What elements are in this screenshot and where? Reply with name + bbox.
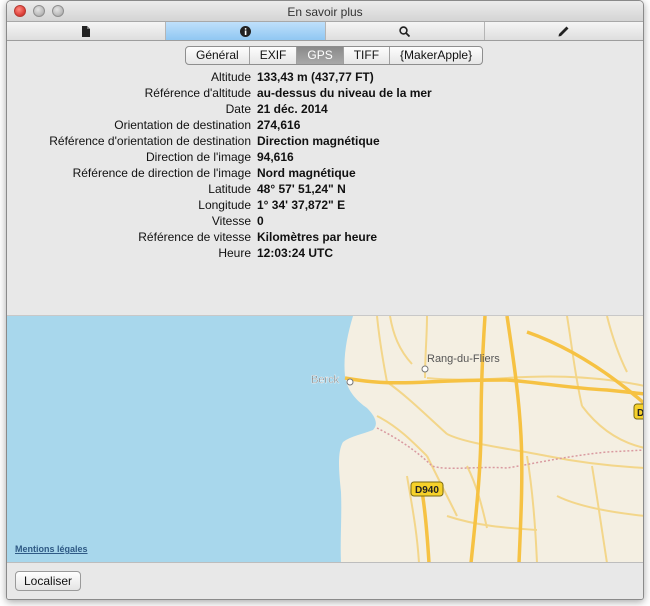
info-value: Direction magnétique [257, 134, 380, 148]
info-value: Nord magnétique [257, 166, 356, 180]
info-label: Date [225, 102, 251, 116]
tab-gps[interactable]: GPS [297, 47, 344, 64]
tab-tiff[interactable]: TIFF [344, 47, 391, 64]
minor-roads [376, 316, 643, 562]
info-label: Référence de direction de l'image [72, 166, 251, 180]
locate-button[interactable]: Localiser [15, 571, 82, 591]
info-row-latitude: Latitude 48° 57' 51,24" N [7, 181, 643, 197]
info-label: Latitude [208, 182, 251, 196]
info-value: 133,43 m (437,77 FT) [257, 70, 374, 84]
info-row-image-direction-ref: Référence de direction de l'image Nord ma… [7, 165, 643, 181]
map-canvas: Berck Rang-du-Fliers D940 D [7, 316, 644, 562]
info-value: 12:03:24 UTC [257, 246, 334, 260]
info-value: 21 déc. 2014 [257, 102, 328, 116]
info-label: Heure [218, 246, 251, 260]
info-label: Altitude [210, 70, 251, 84]
info-label: Référence d'altitude [144, 86, 251, 100]
info-label: Référence d'orientation de destination [49, 134, 251, 148]
info-row-dest-bearing-ref: Référence d'orientation de destination Di… [7, 133, 643, 149]
info-window: En savoir plus Général EXIF GPS TIFF {Ma… [6, 0, 644, 600]
info-value: 48° 57' 51,24" N [257, 182, 346, 196]
location-map[interactable]: Berck Rang-du-Fliers D940 D Mentions lég… [7, 315, 644, 562]
info-row-time: Heure 12:03:24 UTC [7, 245, 643, 261]
info-row-image-direction: Direction de l'image 94,616 [7, 149, 643, 165]
info-label: Longitude [198, 198, 251, 212]
info-value: 274,616 [257, 118, 301, 132]
info-icon [239, 25, 251, 37]
window-title: En savoir plus [287, 5, 363, 19]
metadata-tabs: Général EXIF GPS TIFF {MakerApple} [185, 46, 484, 65]
info-label: Orientation de destination [114, 118, 251, 132]
toolbar-general-button[interactable] [7, 22, 167, 40]
inspector-toolbar [7, 22, 643, 41]
info-value: 0 [257, 214, 264, 228]
document-icon [82, 25, 91, 37]
toolbar-info-button[interactable] [166, 22, 326, 40]
info-row-altitude-ref: Référence d'altitude au-dessus du niveau … [7, 85, 643, 101]
info-row-date: Date 21 déc. 2014 [7, 101, 643, 117]
berck-marker [346, 378, 354, 386]
info-label: Référence de vitesse [138, 230, 251, 244]
info-row-speed-ref: Référence de vitesse Kilomètres par heure [7, 229, 643, 245]
berck-label: Berck [311, 374, 340, 386]
tab-makerapple[interactable]: {MakerApple} [390, 47, 482, 64]
gps-info-table: Altitude 133,43 m (437,77 FT) Référence d… [7, 69, 643, 261]
rang-du-fliers-label: Rang-du-Fliers [427, 353, 500, 365]
legal-notice-link[interactable]: Mentions légales [15, 544, 88, 554]
boundary-line [376, 427, 643, 470]
toolbar-search-button[interactable] [326, 22, 485, 40]
d-edge-label: D [637, 408, 644, 419]
pencil-icon [558, 26, 569, 36]
tab-general[interactable]: Général [186, 47, 250, 64]
info-value: Kilomètres par heure [257, 230, 378, 244]
info-value: 94,616 [257, 150, 294, 164]
title-bar: En savoir plus [7, 1, 643, 22]
sea-area [7, 316, 376, 562]
info-label: Direction de l'image [145, 150, 251, 164]
bottom-bar: Localiser [7, 562, 643, 599]
d940-label: D940 [415, 485, 439, 496]
info-label: Vitesse [211, 214, 251, 228]
tab-exif[interactable]: EXIF [250, 47, 298, 64]
rang-du-fliers-marker [421, 365, 429, 373]
info-row-speed: Vitesse 0 [7, 213, 643, 229]
info-row-longitude: Longitude 1° 34' 37,872" E [7, 197, 643, 213]
info-value: 1° 34' 37,872" E [257, 198, 346, 212]
magnifier-icon [399, 25, 411, 37]
info-row-dest-bearing: Orientation de destination 274,616 [7, 117, 643, 133]
info-row-altitude: Altitude 133,43 m (437,77 FT) [7, 69, 643, 85]
toolbar-edit-button[interactable] [485, 22, 643, 40]
info-value: au-dessus du niveau de la mer [257, 86, 432, 100]
